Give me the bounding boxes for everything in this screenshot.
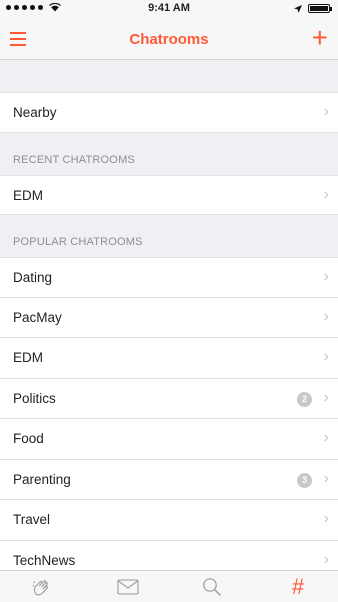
unread-count-badge: 3 [297,472,312,488]
unread-count-badge: 2 [297,391,312,407]
chatroom-row[interactable]: Politics 2 › [0,378,338,419]
row-label: Nearby [13,105,57,120]
tab-wave[interactable] [27,574,57,600]
chatroom-row[interactable]: TechNews › [0,540,338,570]
chatroom-row[interactable]: Food › [0,419,338,460]
chatroom-row[interactable]: EDM › [0,338,338,379]
chatroom-row[interactable]: Dating › [0,257,338,298]
tab-messages[interactable] [113,574,143,600]
chatroom-row[interactable]: Travel › [0,500,338,541]
status-bar: 9:41 AM [0,0,338,20]
chevron-right-icon: › [323,510,329,527]
chevron-right-icon: › [323,185,329,203]
chatroom-row-nearby[interactable]: Nearby › [0,92,338,133]
chevron-right-icon: › [323,388,329,406]
tab-bar: # [0,570,338,602]
chevron-right-icon: › [323,469,329,487]
add-icon[interactable]: + [312,24,328,52]
navigation-bar: Chatrooms + [0,20,338,60]
chevron-right-icon: › [323,307,329,325]
row-label: Dating [13,270,53,285]
row-label: Travel [13,512,51,527]
row-label: EDM [13,350,43,365]
chatroom-row[interactable]: Parenting 3 › [0,459,338,500]
section-header-recent: RECENT CHATROOMS [0,132,338,175]
row-label: Politics [13,390,56,406]
row-label: TechNews [13,552,76,568]
row-label: Parenting [13,471,71,487]
section-header-popular: POPULAR CHATROOMS [0,215,338,257]
location-arrow-icon [294,4,302,13]
chevron-right-icon: › [323,348,329,365]
chevron-right-icon: › [323,268,329,285]
search-icon [203,578,221,596]
hand-wave-icon [32,580,49,596]
chevron-right-icon: › [323,550,329,568]
status-time: 9:41 AM [148,2,190,14]
hashtag-icon: # [291,574,305,599]
tab-chatrooms[interactable]: # [283,574,313,600]
tab-search[interactable] [197,574,227,600]
page-title: Chatrooms [129,31,209,48]
row-label: EDM [13,187,43,203]
top-spacer [0,61,338,92]
chevron-right-icon: › [323,103,329,120]
chatroom-row[interactable]: PacMay › [0,297,338,338]
chevron-right-icon: › [323,429,329,446]
row-label: PacMay [13,309,62,325]
envelope-icon [117,579,139,595]
chatroom-row[interactable]: EDM › [0,174,338,215]
status-right [294,4,332,13]
chatroom-list[interactable]: Nearby › RECENT CHATROOMS EDM › POPULAR … [0,61,338,570]
row-label: Food [13,431,44,446]
battery-icon [308,4,332,13]
